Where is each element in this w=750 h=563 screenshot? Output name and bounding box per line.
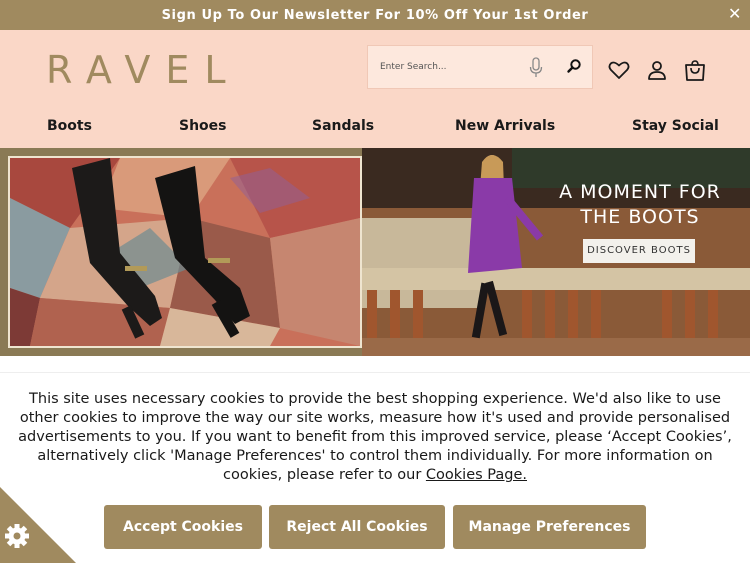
nav-item-new-arrivals[interactable]: New Arrivals — [455, 118, 555, 134]
main-nav: Boots Shoes Sandals New Arrivals Stay So… — [0, 118, 750, 138]
heart-icon[interactable] — [607, 58, 631, 82]
cookies-page-link[interactable]: Cookies Page. — [426, 467, 527, 483]
microphone-icon[interactable] — [528, 56, 544, 80]
search-icon[interactable] — [566, 58, 582, 74]
ravel-logo[interactable]: RAVEL — [46, 48, 241, 92]
accept-cookies-button[interactable]: Accept Cookies — [104, 505, 262, 549]
reject-all-cookies-button[interactable]: Reject All Cookies — [269, 505, 445, 549]
shopping-bag-icon[interactable] — [683, 58, 707, 82]
gear-icon — [5, 524, 29, 548]
nav-item-stay-social[interactable]: Stay Social — [632, 118, 719, 134]
account-icon[interactable] — [645, 58, 669, 82]
hero-title: A MOMENT FOR THE BOOTS — [559, 181, 721, 228]
close-icon[interactable]: ✕ — [728, 4, 742, 23]
nav-item-shoes[interactable]: Shoes — [179, 118, 227, 134]
promo-text[interactable]: Sign Up To Our Newsletter For 10% Off Yo… — [162, 8, 589, 23]
nav-item-sandals[interactable]: Sandals — [312, 118, 374, 134]
discover-boots-button[interactable]: DISCOVER BOOTS — [583, 239, 695, 263]
search-input[interactable] — [368, 62, 516, 72]
site-header: RAVEL Boots Shoes Sandals New Arrivals S… — [0, 30, 750, 148]
newsletter-promo-bar[interactable]: Sign Up To Our Newsletter For 10% Off Yo… — [0, 0, 750, 30]
hero-banner[interactable]: A MOMENT FOR THE BOOTS DISCOVER BOOTS — [0, 148, 750, 356]
nav-item-boots[interactable]: Boots — [47, 118, 92, 134]
search-bar — [367, 45, 593, 89]
manage-preferences-button[interactable]: Manage Preferences — [453, 505, 646, 549]
cookie-message-text: This site uses necessary cookies to prov… — [18, 391, 732, 483]
hero-boots-image[interactable] — [8, 156, 362, 348]
cookie-message: This site uses necessary cookies to prov… — [14, 390, 736, 485]
cookie-settings-button[interactable] — [0, 487, 76, 563]
cookie-consent-banner: This site uses necessary cookies to prov… — [0, 372, 750, 563]
